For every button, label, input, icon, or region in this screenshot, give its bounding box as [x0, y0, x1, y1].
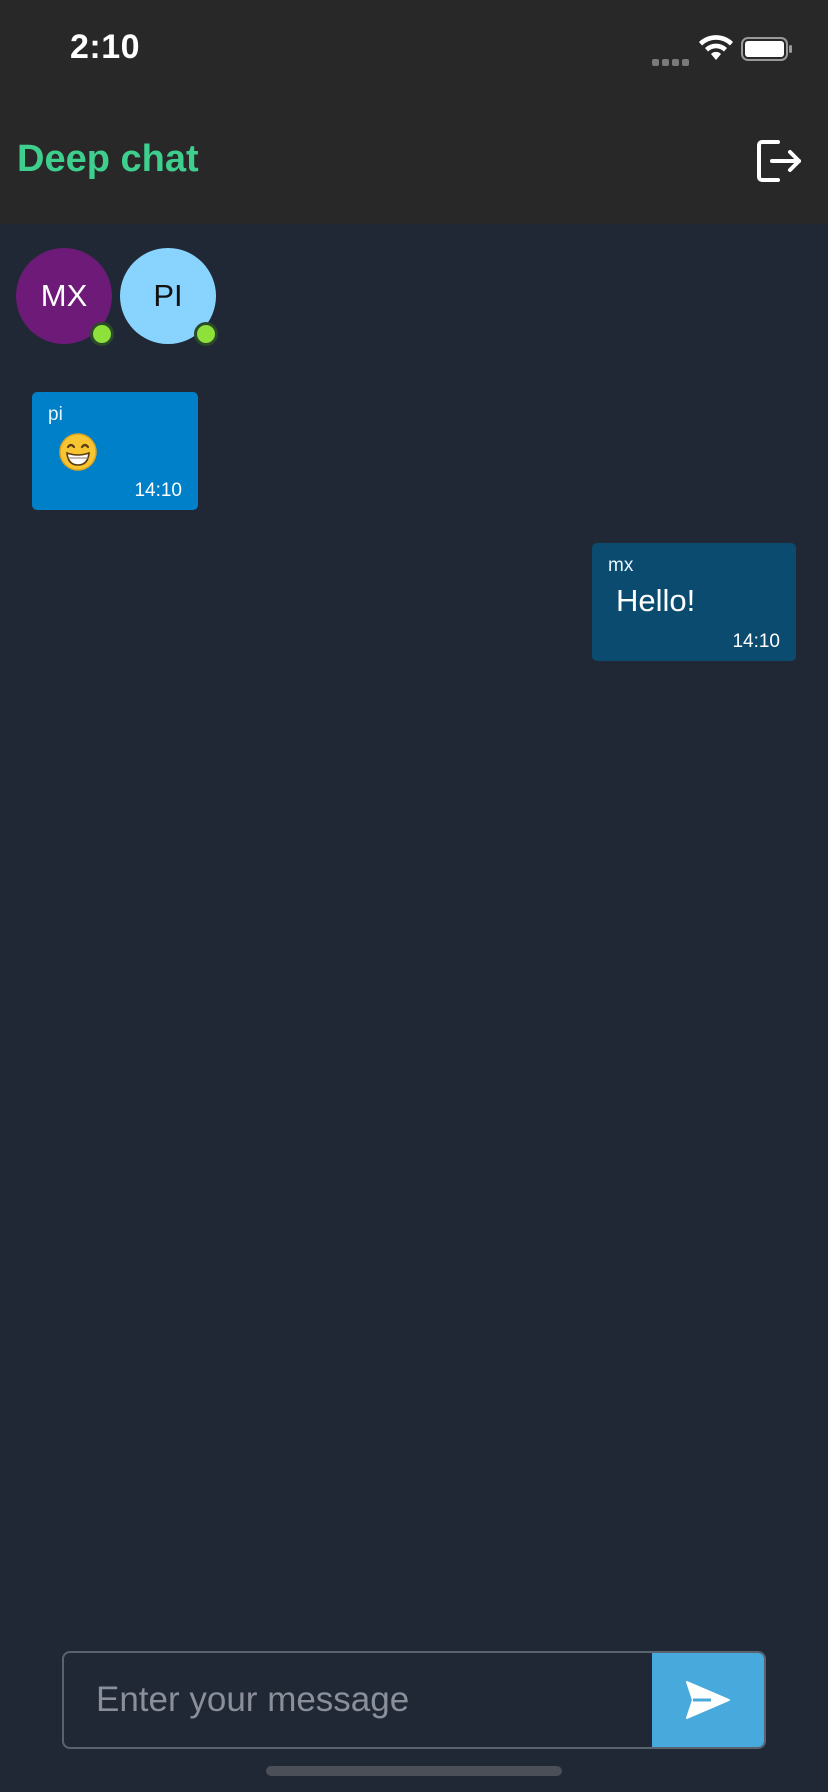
home-indicator: [266, 1766, 562, 1776]
message-sender: pi: [48, 404, 63, 425]
battery-icon: [741, 37, 792, 61]
message-composer: [62, 1651, 766, 1749]
message-sender: mx: [608, 555, 634, 576]
online-status-icon: [194, 322, 218, 346]
cellular-signal-icon: [652, 53, 692, 66]
message-time: 14:10: [134, 480, 182, 501]
logout-icon[interactable]: [756, 138, 804, 184]
app-header: Deep chat: [0, 100, 828, 224]
online-status-icon: [90, 322, 114, 346]
send-icon: [686, 1681, 730, 1719]
wifi-icon: [699, 35, 733, 60]
message-text: Hello!: [616, 583, 696, 618]
message-bubble-incoming: pi 14:10: [32, 392, 198, 510]
message-time: 14:10: [732, 631, 780, 652]
grinning-face-emoji-icon: [59, 433, 97, 471]
app-title: Deep chat: [17, 138, 199, 180]
avatar-initials: MX: [40, 278, 88, 313]
avatar-mx[interactable]: MX: [16, 248, 114, 346]
avatar-initials: PI: [153, 278, 183, 313]
avatar-pi[interactable]: PI: [120, 248, 218, 346]
status-time: 2:10: [70, 28, 141, 66]
send-button[interactable]: [652, 1653, 764, 1747]
message-input[interactable]: [64, 1653, 652, 1747]
status-bar: 2:10: [0, 0, 828, 100]
message-bubble-outgoing: mx Hello! 14:10: [592, 543, 796, 661]
